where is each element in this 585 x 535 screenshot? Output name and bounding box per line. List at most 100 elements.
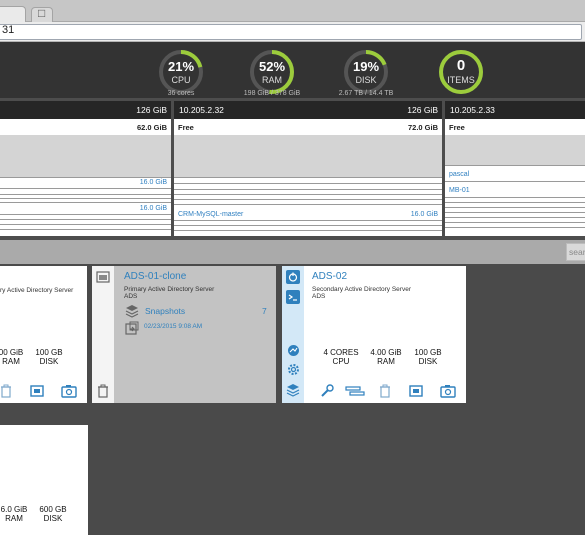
divider (0, 202, 171, 203)
vm-memory: 16.0 GiB (410, 211, 438, 218)
layers-icon[interactable] (286, 383, 300, 397)
search-strip (0, 240, 585, 264)
host-header: 10.205.2.33 (445, 101, 585, 119)
disk-spec-value: 600 GB (39, 505, 67, 514)
cpu-value: 21% (167, 59, 195, 74)
vm-card[interactable]: 6.0 GiB RAM 600 GB DISK (0, 425, 88, 535)
vm-title[interactable]: ADS-02 (312, 271, 347, 282)
browser-tab-strip (0, 0, 585, 22)
divider (174, 199, 442, 200)
disk-spec: 100 GB DISK (32, 348, 66, 366)
free-label: Free (449, 123, 465, 132)
free-memory-block (0, 135, 171, 177)
ram-value: 52% (258, 59, 286, 74)
divider (445, 217, 585, 218)
vm-description: Secondary Active Directory Server (312, 286, 411, 293)
host-ip: 10.205.2.32 (179, 105, 224, 115)
browser-tab-active[interactable] (0, 6, 26, 23)
vm-name[interactable]: MB-01 (449, 187, 470, 194)
vm-card[interactable]: ry Active Directory Server 00 GiB RAM 10… (0, 266, 87, 403)
divider (0, 214, 171, 215)
snapshot-icon[interactable] (440, 384, 456, 398)
trash-icon[interactable] (97, 384, 109, 398)
free-memory: 72.0 GiB (407, 123, 438, 132)
ram-spec-value: 4.00 GiB (370, 348, 402, 357)
host-panel[interactable]: 10.205.2.32 126 GiB Free 72.0 GiB CRM-My… (174, 101, 442, 236)
vm-name[interactable]: pascal (449, 171, 469, 178)
cpu-spec: 4 CORES CPU (318, 348, 364, 366)
snapshot-icon[interactable] (61, 384, 77, 398)
disk-value: 19% (352, 59, 380, 74)
divider (174, 220, 442, 221)
items-gauge[interactable]: 0 ITEMS (435, 46, 487, 98)
ram-spec: 4.00 GiB RAM (364, 348, 408, 366)
search-placeholder: sear (569, 247, 585, 257)
divider (0, 198, 171, 199)
free-memory-block (174, 135, 442, 177)
host-panel[interactable]: 126 GiB 62.0 GiB 16.0 GiB 16.0 GiB (0, 101, 171, 236)
snapshot-restore-icon[interactable] (125, 321, 139, 335)
gear-icon[interactable] (287, 363, 300, 376)
divider (174, 183, 442, 184)
vm-type-icon (96, 271, 110, 283)
new-tab-button[interactable]: □ (31, 6, 53, 22)
divider (0, 177, 171, 178)
disk-spec-label: DISK (43, 514, 63, 523)
ram-spec-label: RAM (5, 514, 23, 523)
cpu-subtext: 36 cores (167, 90, 195, 97)
disk-subtext: 2.67 TB / 14.4 TB (338, 90, 394, 97)
snapshot-date[interactable]: 02/23/2015 9:08 AM (144, 323, 202, 330)
vm-tag: ADS (312, 293, 326, 300)
divider (174, 225, 442, 226)
free-memory: 62.0 GiB (136, 123, 167, 132)
divider (174, 230, 442, 231)
disk-spec-value: 100 GB (414, 348, 442, 357)
free-memory-block (445, 135, 585, 165)
cpu-label: CPU (171, 75, 191, 85)
vm-card-clone[interactable]: ADS-01-clone Primary Active Directory Se… (92, 266, 276, 403)
divider (174, 194, 442, 195)
terminal-icon[interactable] (286, 290, 300, 304)
console-icon[interactable] (409, 384, 423, 398)
disk-spec: 600 GB DISK (34, 505, 72, 523)
disk-label: DISK (355, 75, 377, 85)
host-memory: 126 GiB (407, 105, 438, 115)
vm-memory: 16.0 GiB (139, 179, 167, 186)
vm-description: ry Active Directory Server (0, 287, 74, 294)
vm-description: Primary Active Directory Server (124, 286, 215, 293)
card-sidebar (92, 266, 114, 403)
search-input[interactable]: sear (566, 243, 585, 261)
divider (0, 224, 171, 225)
network-icon[interactable] (287, 344, 300, 357)
migrate-icon[interactable] (345, 385, 365, 397)
divider (445, 212, 585, 213)
vm-card-ads02[interactable]: ADS-02 Secondary Active Directory Server… (282, 266, 466, 403)
address-bar[interactable] (0, 24, 582, 40)
host-memory: 126 GiB (136, 105, 167, 115)
items-label: ITEMS (447, 75, 475, 85)
console-icon[interactable] (30, 384, 44, 398)
snapshots-link[interactable]: Snapshots (145, 306, 185, 316)
disk-spec-label: DISK (418, 357, 438, 366)
ram-spec-label: RAM (377, 357, 395, 366)
trash-icon[interactable] (379, 384, 391, 398)
host-panel[interactable]: 10.205.2.33 Free pascal MB-01 (445, 101, 585, 236)
divider (445, 165, 585, 166)
vm-name[interactable]: CRM-MySQL-master (178, 211, 243, 218)
snapshots-icon (125, 304, 139, 318)
vm-tag: ADS (124, 293, 138, 300)
divider (445, 202, 585, 203)
host-header: 10.205.2.32 126 GiB (174, 101, 442, 119)
divider (445, 207, 585, 208)
items-value: 0 (456, 57, 466, 74)
cpu-spec-value: 4 CORES (323, 348, 359, 357)
divider (445, 222, 585, 223)
vm-title[interactable]: ADS-01-clone (124, 271, 186, 282)
trash-icon[interactable] (0, 384, 12, 398)
divider (445, 227, 585, 228)
power-icon[interactable] (286, 270, 300, 284)
divider (0, 229, 171, 230)
disk-spec-value: 100 GB (35, 348, 63, 357)
wrench-icon[interactable] (320, 384, 334, 398)
free-label: Free (178, 123, 194, 132)
